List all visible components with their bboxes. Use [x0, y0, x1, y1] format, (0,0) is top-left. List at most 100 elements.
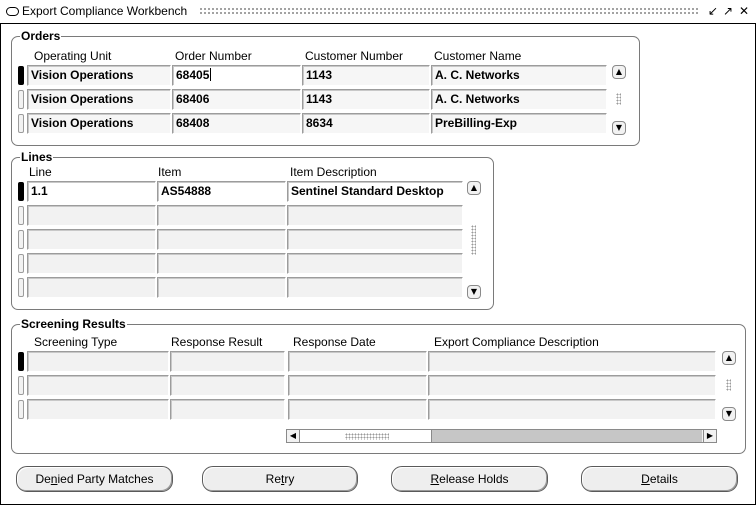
maximize-icon[interactable]: ↗ [723, 3, 733, 19]
screening-vertical-scrollbar[interactable]: ▲ ▼ [722, 351, 736, 421]
item-description-field[interactable] [287, 229, 463, 250]
lines-label: Lines [20, 150, 54, 164]
row-indicator[interactable] [18, 376, 24, 395]
col-customer-name: Customer Name [434, 49, 522, 63]
customer-name-field[interactable]: PreBilling-Exp [431, 113, 607, 134]
minimize-icon[interactable]: ↙ [708, 3, 718, 19]
col-item: Item [158, 165, 182, 179]
row-indicator[interactable] [18, 400, 24, 419]
item-field[interactable] [157, 253, 286, 274]
window-menu-icon[interactable] [6, 7, 19, 16]
row-indicator[interactable] [18, 114, 24, 133]
mnemonic-key: D [641, 472, 650, 486]
col-screening-type: Screening Type [34, 335, 118, 349]
order-number-field[interactable]: 68408 [172, 113, 301, 134]
col-response-date: Response Date [293, 335, 376, 349]
scroll-down-icon[interactable]: ▼ [722, 407, 736, 421]
export-compliance-description-field[interactable] [428, 399, 716, 420]
operating-unit-field[interactable]: Vision Operations [27, 65, 171, 86]
row-indicator[interactable] [18, 66, 24, 85]
screening-type-field[interactable] [27, 375, 169, 396]
scroll-grip[interactable] [616, 93, 621, 105]
customer-number-field[interactable]: 1143 [302, 65, 430, 86]
button-label-part: etails [649, 472, 678, 486]
col-customer-number: Customer Number [305, 49, 404, 63]
operating-unit-field[interactable]: Vision Operations [27, 113, 171, 134]
screening-horizontal-scrollbar[interactable]: ◀ ▶ [286, 429, 717, 443]
customer-name-field[interactable]: A. C. Networks [431, 65, 607, 86]
orders-vertical-scrollbar[interactable]: ▲ ▼ [612, 65, 626, 135]
scroll-left-icon[interactable]: ◀ [286, 429, 300, 443]
response-result-field[interactable] [170, 399, 285, 420]
customer-name-field[interactable]: A. C. Networks [431, 89, 607, 110]
scroll-up-icon[interactable]: ▲ [722, 351, 736, 365]
button-label-part: ied Party Matches [57, 472, 154, 486]
line-field[interactable]: 1.1 [27, 181, 156, 202]
response-result-field[interactable] [170, 351, 285, 372]
row-indicator[interactable] [18, 254, 24, 273]
scroll-down-icon[interactable]: ▼ [467, 285, 481, 299]
scroll-track[interactable] [432, 430, 702, 442]
col-line: Line [29, 165, 52, 179]
scroll-up-icon[interactable]: ▲ [467, 181, 481, 195]
customer-number-field[interactable]: 8634 [302, 113, 430, 134]
scroll-thumb[interactable] [300, 430, 432, 442]
title-bar-pattern [199, 7, 699, 16]
row-indicator[interactable] [18, 230, 24, 249]
close-icon[interactable]: ✕ [739, 3, 749, 19]
line-field[interactable] [27, 277, 156, 298]
orders-label: Orders [20, 29, 62, 43]
row-indicator[interactable] [18, 90, 24, 109]
col-export-compliance-description: Export Compliance Description [434, 335, 599, 349]
button-label-part: De [35, 472, 51, 486]
item-field[interactable] [157, 277, 286, 298]
scroll-grip[interactable] [471, 225, 476, 255]
text-cursor [210, 68, 212, 81]
scroll-right-icon[interactable]: ▶ [703, 429, 717, 443]
line-field[interactable] [27, 229, 156, 250]
response-result-field[interactable] [170, 375, 285, 396]
item-description-field[interactable]: Sentinel Standard Desktop [287, 181, 463, 202]
line-field[interactable] [27, 205, 156, 226]
mnemonic-key: R [430, 472, 440, 486]
screening-type-field[interactable] [27, 351, 169, 372]
export-compliance-description-field[interactable] [428, 351, 716, 372]
order-number-field[interactable]: 68406 [172, 89, 301, 110]
col-order-number: Order Number [175, 49, 252, 63]
screening-results-label: Screening Results [20, 317, 127, 331]
response-date-field[interactable] [288, 375, 427, 396]
order-number-field[interactable]: 68405 [172, 65, 301, 86]
button-label-part: Re [265, 472, 281, 486]
line-field[interactable] [27, 253, 156, 274]
details-button[interactable]: Details [581, 466, 738, 492]
col-operating-unit: Operating Unit [34, 49, 112, 63]
item-description-field[interactable] [287, 277, 463, 298]
denied-party-matches-button[interactable]: Denied Party Matches [16, 466, 173, 492]
scroll-down-icon[interactable]: ▼ [612, 121, 626, 135]
retry-button[interactable]: Retry [202, 466, 358, 492]
scroll-grip[interactable] [726, 379, 731, 391]
item-field[interactable] [157, 205, 286, 226]
row-indicator[interactable] [18, 206, 24, 225]
item-description-field[interactable] [287, 253, 463, 274]
export-compliance-description-field[interactable] [428, 375, 716, 396]
release-holds-button[interactable]: Release Holds [391, 466, 548, 492]
row-indicator[interactable] [18, 352, 24, 371]
col-item-description: Item Description [290, 165, 377, 179]
item-field[interactable] [157, 229, 286, 250]
scroll-grip[interactable] [345, 433, 389, 440]
response-date-field[interactable] [288, 399, 427, 420]
row-indicator[interactable] [18, 278, 24, 297]
order-number-value: 68405 [176, 68, 210, 82]
operating-unit-field[interactable]: Vision Operations [27, 89, 171, 110]
response-date-field[interactable] [288, 351, 427, 372]
item-description-field[interactable] [287, 205, 463, 226]
screening-type-field[interactable] [27, 399, 169, 420]
customer-number-field[interactable]: 1143 [302, 89, 430, 110]
row-indicator[interactable] [18, 182, 24, 201]
scroll-up-icon[interactable]: ▲ [612, 65, 626, 79]
item-field[interactable]: AS54888 [157, 181, 286, 202]
lines-vertical-scrollbar[interactable]: ▲ ▼ [467, 181, 481, 299]
col-response-result: Response Result [171, 335, 263, 349]
title-bar: Export Compliance Workbench ↙ ↗ ✕ [0, 0, 756, 24]
